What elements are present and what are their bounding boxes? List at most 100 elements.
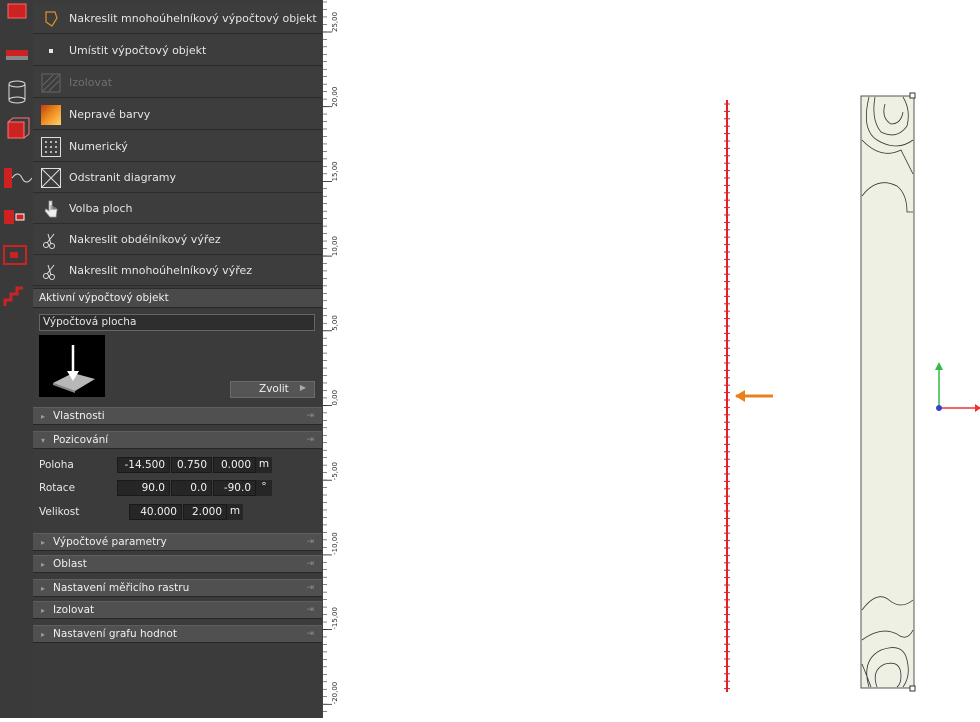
stairs-tool-icon[interactable] <box>2 282 32 310</box>
section-positioning[interactable]: ▾ Pozicování ⇥ <box>33 431 322 449</box>
menu-item-label: Nakreslit mnohoúhelníkový výpočtový obje… <box>69 12 317 25</box>
position-y-input[interactable]: 0.750 <box>171 457 212 473</box>
menu-item-label: Numerický <box>69 140 128 153</box>
ruler-label: -5,00 <box>331 462 339 480</box>
section-properties-label: Vlastnosti <box>53 410 105 422</box>
section-positioning-label: Pozicování <box>53 434 109 446</box>
menu-item-label: Nepravé barvy <box>69 108 151 121</box>
section-area-label: Oblast <box>53 558 87 570</box>
pin-icon[interactable]: ⇥ <box>306 605 314 615</box>
3d-viewport[interactable] <box>341 0 980 718</box>
menu-draw-rect-cutout[interactable]: Nakreslit obdélníkový výřez <box>33 225 322 255</box>
menu-select-surfaces[interactable]: Volba ploch <box>33 194 322 224</box>
wall-tool-icon[interactable] <box>2 40 32 68</box>
section-grid-settings-label: Nastavení měřicího rastru <box>53 582 190 594</box>
chevron-right-icon: ▸ <box>40 629 45 639</box>
hand-pointer-icon <box>40 198 62 220</box>
numeric-grid-icon <box>40 136 62 158</box>
rotation-y-input[interactable]: 0.0 <box>171 480 212 496</box>
section-tool-icon[interactable] <box>2 202 32 230</box>
menu-remove-diagrams[interactable]: Odstranit diagramy <box>33 163 322 193</box>
pin-icon[interactable]: ⇥ <box>306 559 314 569</box>
chevron-right-icon: ▸ <box>40 559 45 569</box>
ruler-label: -15,00 <box>331 607 339 630</box>
chevron-right-icon: ▶ <box>299 383 306 392</box>
active-object-name: Výpočtová plocha <box>43 316 137 328</box>
box-tool-icon[interactable] <box>2 116 32 144</box>
position-x-input[interactable]: -14.500 <box>117 457 170 473</box>
ruler-label: 20,00 <box>331 87 339 107</box>
calc-surface-preview-icon <box>53 345 95 393</box>
active-object-title: Aktivní výpočtový objekt <box>39 292 169 304</box>
ruler-label: 5,00 <box>331 315 339 331</box>
size-x-input[interactable]: 40.000 <box>129 504 182 520</box>
rotation-unit: ° <box>256 480 272 496</box>
menu-draw-polygon-object[interactable]: Nakreslit mnohoúhelníkový výpočtový obje… <box>33 4 322 34</box>
object-preview-image <box>39 335 105 397</box>
pin-icon[interactable]: ⇥ <box>306 411 314 421</box>
section-value-chart-label: Nastavení grafu hodnot <box>53 628 177 640</box>
viewport-canvas[interactable] <box>341 0 980 718</box>
chevron-down-icon: ▾ <box>40 435 45 445</box>
side-panel: Nakreslit mnohoúhelníkový výpočtový obje… <box>33 0 323 718</box>
menu-item-label: Umístit výpočtový objekt <box>69 44 207 57</box>
menu-draw-polygon-cutout[interactable]: Nakreslit mnohoúhelníkový výřez <box>33 256 322 286</box>
menu-isolate: Izolovat <box>33 68 322 98</box>
false-colors-icon <box>40 104 62 126</box>
menu-item-label: Nakreslit mnohoúhelníkový výřez <box>69 264 253 277</box>
menu-false-colors[interactable]: Nepravé barvy <box>33 100 322 130</box>
rotation-x-input[interactable]: 90.0 <box>117 480 170 496</box>
isolate-icon <box>40 72 62 94</box>
menu-item-label: Volba ploch <box>69 202 133 215</box>
section-isolate[interactable]: ▸ Izolovat ⇥ <box>33 601 322 619</box>
chevron-right-icon: ▸ <box>40 537 45 547</box>
ruler-label: 0,00 <box>331 390 339 406</box>
size-label: Velikost <box>39 506 80 518</box>
menu-numeric[interactable]: Numerický <box>33 132 322 162</box>
pin-icon[interactable]: ⇥ <box>306 435 314 445</box>
section-area[interactable]: ▸ Oblast ⇥ <box>33 555 322 573</box>
section-grid-settings[interactable]: ▸ Nastavení měřicího rastru ⇥ <box>33 579 322 597</box>
pin-icon[interactable]: ⇥ <box>306 629 314 639</box>
pin-icon[interactable]: ⇥ <box>306 537 314 547</box>
section-isolate-label: Izolovat <box>53 604 95 616</box>
cylinder-tool-icon[interactable] <box>2 78 32 106</box>
window-tool-icon[interactable] <box>2 242 32 270</box>
section-calc-params[interactable]: ▸ Výpočtové parametry ⇥ <box>33 533 322 551</box>
pin-icon[interactable]: ⇥ <box>306 583 314 593</box>
size-unit: m <box>227 504 243 520</box>
size-y-input[interactable]: 2.000 <box>183 504 227 520</box>
red-shape-tool-icon[interactable] <box>2 0 32 28</box>
ruler-ticks: 25,00 20,00 15,00 10,00 5,00 0,00 -5,00 -10,00 -… <box>323 1 339 712</box>
section-value-chart[interactable]: ▸ Nastavení grafu hodnot ⇥ <box>33 625 322 643</box>
menu-item-label: Izolovat <box>69 76 113 89</box>
menu-item-label: Odstranit diagramy <box>69 171 177 184</box>
menu-place-object[interactable]: Umístit výpočtový objekt <box>33 36 322 66</box>
ruler-label: 25,00 <box>331 12 339 32</box>
section-calc-params-label: Výpočtové parametry <box>53 536 167 548</box>
left-toolbar <box>0 0 34 718</box>
menu-item-label: Nakreslit obdélníkový výřez <box>69 233 221 246</box>
active-object-header: Aktivní výpočtový objekt <box>33 288 322 308</box>
ruler-label: 10,00 <box>331 236 339 256</box>
active-object-name-field[interactable]: Výpočtová plocha <box>39 314 315 331</box>
ruler-label: -20,00 <box>331 682 339 705</box>
bullet-icon <box>40 40 62 62</box>
choose-button-label: Zvolit <box>259 383 289 395</box>
ruler-label: 15,00 <box>331 161 339 181</box>
polygon-object-icon <box>40 8 62 30</box>
rotation-label: Rotace <box>39 482 76 494</box>
chevron-right-icon: ▸ <box>40 411 45 421</box>
position-label: Poloha <box>39 459 74 471</box>
ruler-label: -10,00 <box>331 532 339 555</box>
direction-arrow-icon <box>735 390 773 402</box>
section-properties[interactable]: ▸ Vlastnosti ⇥ <box>33 407 322 425</box>
curve-tool-icon[interactable] <box>2 164 32 192</box>
choose-button[interactable]: Zvolit ▶ <box>230 381 315 398</box>
calculation-surface[interactable] <box>860 92 916 692</box>
light-source-line[interactable] <box>724 100 730 692</box>
position-z-input[interactable]: 0.000 <box>213 457 256 473</box>
scissors-icon <box>40 229 62 251</box>
rotation-z-input[interactable]: -90.0 <box>213 480 256 496</box>
scissors-icon <box>40 260 62 282</box>
